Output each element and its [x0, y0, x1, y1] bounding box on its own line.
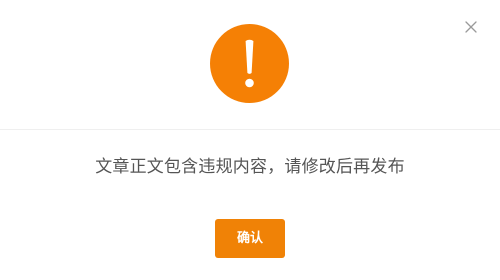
exclamation-icon — [210, 24, 289, 103]
divider — [0, 129, 500, 130]
close-icon[interactable] — [463, 19, 479, 35]
alert-dialog: 文章正文包含违规内容，请修改后再发布 确认 — [0, 0, 500, 280]
warning-icon — [210, 24, 289, 103]
confirm-button[interactable]: 确认 — [215, 219, 285, 258]
dialog-message: 文章正文包含违规内容，请修改后再发布 — [95, 157, 405, 177]
